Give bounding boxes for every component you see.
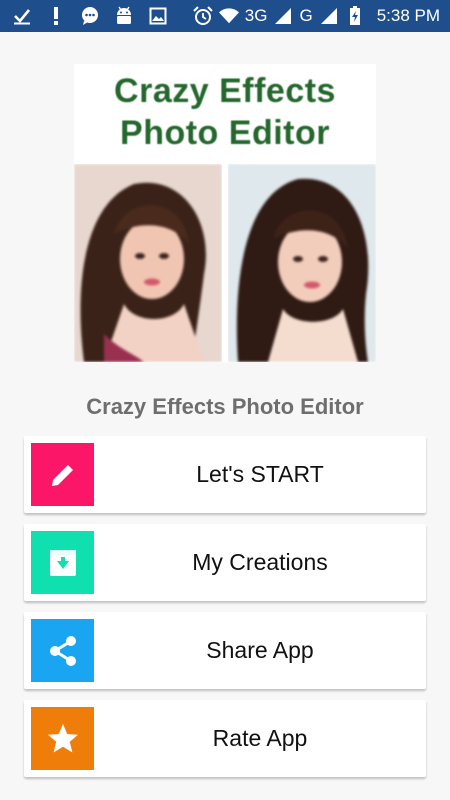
banner-title: Crazy Effects Photo Editor: [74, 70, 376, 154]
battery-icon: [345, 6, 365, 26]
banner-title-line2: Photo Editor: [120, 114, 330, 152]
rate-app-label: Rate App: [212, 725, 308, 751]
wifi-icon: [218, 6, 239, 26]
banner-title-line1: Crazy Effects: [114, 72, 336, 110]
pencil-icon: [31, 443, 94, 506]
star-icon: [31, 707, 94, 770]
notification-icons: [12, 0, 168, 32]
share-app-button[interactable]: Share App: [24, 612, 426, 689]
chat-icon: [80, 6, 100, 26]
checkmark-icon: [12, 6, 32, 26]
signal-icon-2: [319, 6, 339, 26]
lets-start-label: Let's START: [196, 461, 324, 487]
main-menu: Let's START My Creations Share App Rate …: [24, 436, 426, 788]
image-icon: [148, 6, 168, 26]
status-bar: 3G G 5:38 PM: [0, 0, 450, 32]
app-banner-image: Crazy Effects Photo Editor: [74, 64, 376, 362]
clock-time: 5:38 PM: [376, 6, 440, 25]
lets-start-button[interactable]: Let's START: [24, 436, 426, 513]
download-box-icon: [31, 531, 94, 594]
rate-app-button[interactable]: Rate App: [24, 700, 426, 777]
sample-photo-left: [74, 164, 222, 362]
share-icon: [31, 619, 94, 682]
system-indicators: 3G G 5:38 PM: [193, 0, 440, 32]
sample-photo-right: [228, 164, 376, 362]
my-creations-label: My Creations: [192, 549, 328, 575]
android-icon: [114, 6, 134, 26]
my-creations-button[interactable]: My Creations: [24, 524, 426, 601]
app-title: Crazy Effects Photo Editor: [86, 394, 364, 419]
alert-icon: [46, 6, 66, 26]
network-type-label: 3G: [244, 6, 268, 25]
share-app-label: Share App: [206, 637, 314, 663]
signal-icon: [273, 6, 293, 26]
alarm-icon: [193, 6, 213, 26]
network-type-label-2: G: [299, 6, 313, 25]
